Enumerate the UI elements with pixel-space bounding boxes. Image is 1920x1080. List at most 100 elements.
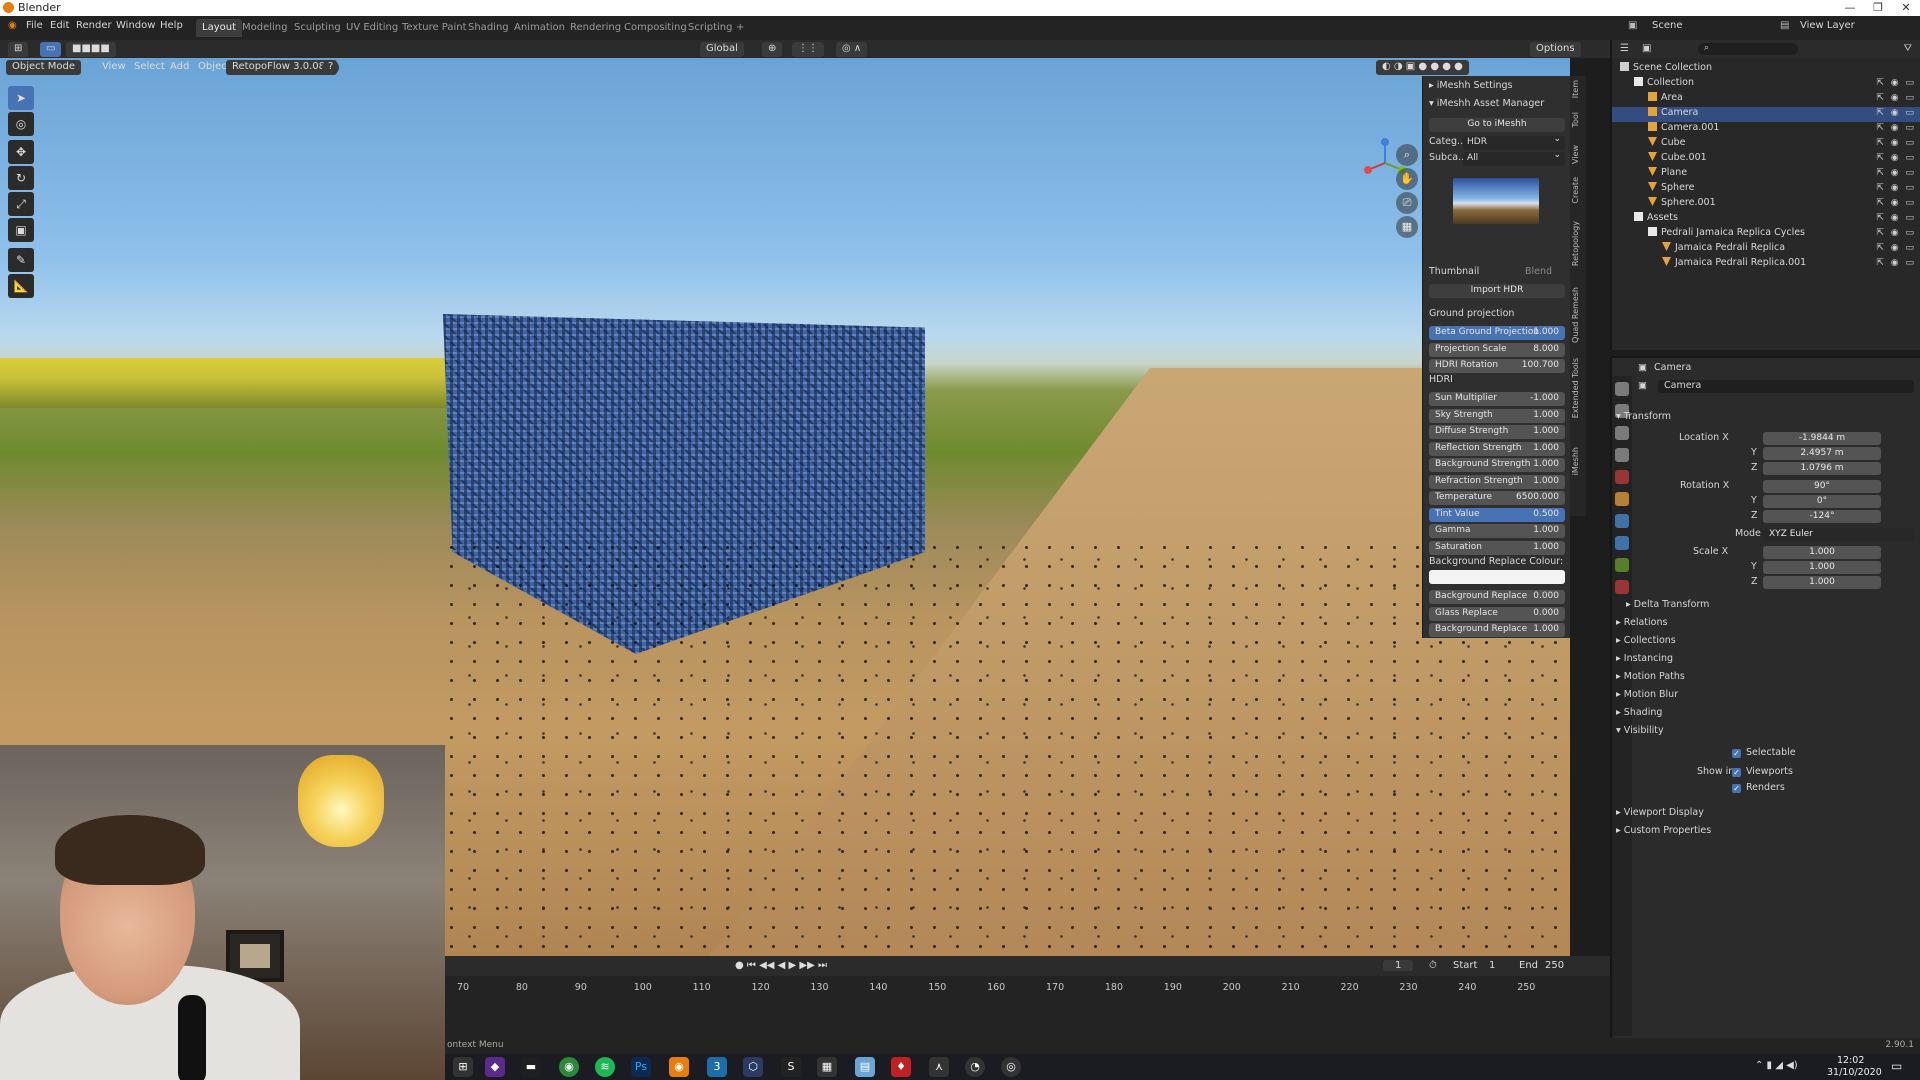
restore-icon[interactable]: ❐ xyxy=(1864,0,1892,16)
sidebar-tab[interactable]: Item xyxy=(1571,80,1585,98)
minimize-icon[interactable]: — xyxy=(1836,0,1864,16)
sidebar-tab[interactable]: iMeshh xyxy=(1571,447,1585,475)
scale-x-field[interactable]: 1.000 xyxy=(1763,546,1881,559)
scale-tool-icon[interactable]: ⤢ xyxy=(8,192,34,216)
visibility-toggle-icons[interactable]: ⇱ ◉ ▭ xyxy=(1876,123,1916,133)
properties-tab-icon[interactable] xyxy=(1615,470,1629,484)
outliner-row[interactable]: Jamaica Pedrali Replica ⇱ ◉ ▭ xyxy=(1612,242,1920,257)
spotify-icon[interactable]: ≋ xyxy=(595,1057,615,1077)
current-frame-field[interactable]: 1 xyxy=(1383,960,1414,971)
retopoflow-menu[interactable]: RetopoFlow 3.0.082 xyxy=(226,60,338,75)
object-mode-dropdown[interactable]: Object Mode xyxy=(6,60,81,75)
visibility-toggle-icons[interactable]: ⇱ ◉ ▭ xyxy=(1876,138,1916,148)
selectable-checkbox[interactable]: ✓ Selectable xyxy=(1732,747,1796,758)
start-icon[interactable]: ⊞ xyxy=(453,1057,473,1077)
ground-field[interactable]: Beta Ground Projection 1.000 xyxy=(1429,326,1565,340)
sidebar-tab[interactable]: Quad Remesh xyxy=(1571,287,1585,343)
tray-icons[interactable]: ⌃ ▮ ◢ ◀) xyxy=(1755,1060,1798,1071)
app-icon-10[interactable]: ◔ xyxy=(965,1057,985,1077)
pan-hand-icon[interactable]: ✋ xyxy=(1396,168,1418,190)
tab-uv-editing[interactable]: UV Editing xyxy=(340,19,404,37)
menu-help[interactable]: Help xyxy=(160,20,183,31)
properties-tab-icon[interactable] xyxy=(1615,426,1629,440)
properties-section-header[interactable]: ▸ Relations xyxy=(1616,617,1667,628)
visibility-toggle-icons[interactable]: ⇱ ◉ ▭ xyxy=(1876,153,1916,163)
app-icon-2[interactable]: ▬ xyxy=(521,1057,541,1077)
scene-selector[interactable]: Scene xyxy=(1652,20,1683,31)
camera-view-icon[interactable]: ⎚ xyxy=(1396,192,1418,214)
outliner-row[interactable]: Assets ⇱ ◉ ▭ xyxy=(1612,212,1920,227)
renders-checkbox[interactable]: ✓ Renders xyxy=(1732,782,1785,793)
start-frame-field[interactable]: 1 xyxy=(1489,960,1495,971)
custom-properties-header[interactable]: ▸ Custom Properties xyxy=(1616,825,1711,836)
hdri-field[interactable]: Background Strength 1.000 xyxy=(1429,458,1565,472)
tab-shading[interactable]: Shading xyxy=(462,19,515,37)
import-hdr-button[interactable]: Import HDR xyxy=(1429,284,1565,298)
location-y-field[interactable]: 2.4957 m xyxy=(1763,447,1881,460)
snap-icon[interactable]: ⋮⋮ xyxy=(792,42,824,57)
outliner-row[interactable]: Cube ⇱ ◉ ▭ xyxy=(1612,137,1920,152)
select-box-icon[interactable]: ▭ xyxy=(40,42,62,57)
visibility-toggle-icons[interactable]: ⇱ ◉ ▭ xyxy=(1876,213,1916,223)
properties-tab-icon[interactable] xyxy=(1615,558,1629,572)
hdri-field[interactable]: Reflection Strength 1.000 xyxy=(1429,441,1565,456)
menu-view[interactable]: View xyxy=(96,60,132,75)
subcategory-dropdown[interactable]: All xyxy=(1463,150,1565,166)
visibility-toggle-icons[interactable]: ⇱ ◉ ▭ xyxy=(1876,243,1916,253)
outliner-search-input[interactable]: ⌕ xyxy=(1698,43,1798,55)
rotate-tool-icon[interactable]: ↻ xyxy=(8,166,34,190)
visibility-toggle-icons[interactable]: ⇱ ◉ ▭ xyxy=(1876,108,1916,118)
photoshop-icon[interactable]: Ps xyxy=(631,1057,651,1077)
measure-tool-icon[interactable]: 📐 xyxy=(8,274,34,298)
menu-add[interactable]: Add xyxy=(164,60,195,75)
rotation-y-field[interactable]: 0° xyxy=(1763,495,1881,508)
app-icon-11[interactable]: ◎ xyxy=(1001,1057,1021,1077)
app-icon-6[interactable]: ▦ xyxy=(817,1057,837,1077)
properties-tab-icon[interactable] xyxy=(1615,382,1629,396)
delta-transform-header[interactable]: ▸ Delta Transform xyxy=(1626,599,1709,610)
app-icon-1[interactable]: ◆ xyxy=(485,1057,505,1077)
proportional-edit-icon[interactable]: ◎ ∧ xyxy=(836,42,868,57)
outliner-row[interactable]: Camera ⇱ ◉ ▭ xyxy=(1612,107,1920,122)
select-tool-icon[interactable]: ➤ xyxy=(8,86,34,110)
app-icon-4[interactable]: ⬡ xyxy=(743,1057,763,1077)
outliner-row[interactable]: Pedrali Jamaica Replica Cycles ⇱ ◉ ▭ xyxy=(1612,227,1920,242)
properties-section-header[interactable]: ▸ Shading xyxy=(1616,707,1662,718)
ground-field[interactable]: Projection Scale 8.000 xyxy=(1429,342,1565,357)
properties-tab-icon[interactable] xyxy=(1615,580,1629,594)
hdr-thumbnail-preview[interactable] xyxy=(1453,178,1539,224)
outliner-row[interactable]: Plane ⇱ ◉ ▭ xyxy=(1612,167,1920,182)
timeline-editor[interactable]: ● ⏮ ◀◀ ◀ ▶ ▶▶ ⏭ 1 ⏱ Start 1 End 250 70 80… xyxy=(445,956,1610,1038)
outliner-row[interactable]: Sphere ⇱ ◉ ▭ xyxy=(1612,182,1920,197)
visibility-toggle-icons[interactable]: ⇱ ◉ ▭ xyxy=(1876,258,1916,268)
keyframe-icon[interactable]: ⏱ xyxy=(1429,960,1437,971)
scale-z-field[interactable]: 1.000 xyxy=(1763,576,1881,589)
hdri-field[interactable]: Refraction Strength 1.000 xyxy=(1429,474,1565,489)
annotate-tool-icon[interactable]: ✎ xyxy=(8,248,34,272)
rotation-mode-dropdown[interactable]: XYZ Euler xyxy=(1763,528,1915,541)
location-x-field[interactable]: -1.9844 m xyxy=(1763,432,1881,445)
sidebar-tab[interactable]: View xyxy=(1571,145,1585,164)
properties-section-header[interactable]: ▸ Motion Paths xyxy=(1616,671,1685,682)
tab-animation[interactable]: Animation xyxy=(508,19,571,37)
display-mode-icon[interactable]: ▣ xyxy=(1642,43,1651,54)
category-dropdown[interactable]: HDR xyxy=(1463,134,1565,150)
outliner-row[interactable]: Collection ⇱ ◉ ▭ xyxy=(1612,77,1920,92)
menu-edit[interactable]: Edit xyxy=(50,20,69,31)
blender-menu-icon[interactable]: ◉ xyxy=(8,20,17,31)
bg-replace-field[interactable]: Background Replace 0.000 xyxy=(1429,590,1565,604)
outliner-row[interactable]: Scene Collection xyxy=(1612,62,1920,77)
properties-tab-icon[interactable] xyxy=(1615,514,1629,528)
sidebar-tab[interactable]: Create xyxy=(1571,177,1585,204)
menu-file[interactable]: File xyxy=(26,20,43,31)
hdri-field[interactable]: Temperature 6500.000 xyxy=(1429,491,1565,505)
viewport-overlays-icon[interactable]: ◐ ◑ ▣ ● ● ● ● xyxy=(1376,60,1469,75)
app-icon-9[interactable]: ⋏ xyxy=(929,1057,949,1077)
bg-colour-swatch[interactable] xyxy=(1429,570,1565,584)
hdri-field[interactable]: Diffuse Strength 1.000 xyxy=(1429,425,1565,439)
playback-controls[interactable]: ● ⏮ ◀◀ ◀ ▶ ▶▶ ⏭ xyxy=(735,960,827,971)
visibility-toggle-icons[interactable]: ⇱ ◉ ▭ xyxy=(1876,183,1916,193)
zoom-icon[interactable]: ⌕ xyxy=(1396,144,1418,166)
bg-replace-field[interactable]: Background Replace 1.000 xyxy=(1429,623,1565,637)
app-icon-5[interactable]: S xyxy=(781,1057,801,1077)
